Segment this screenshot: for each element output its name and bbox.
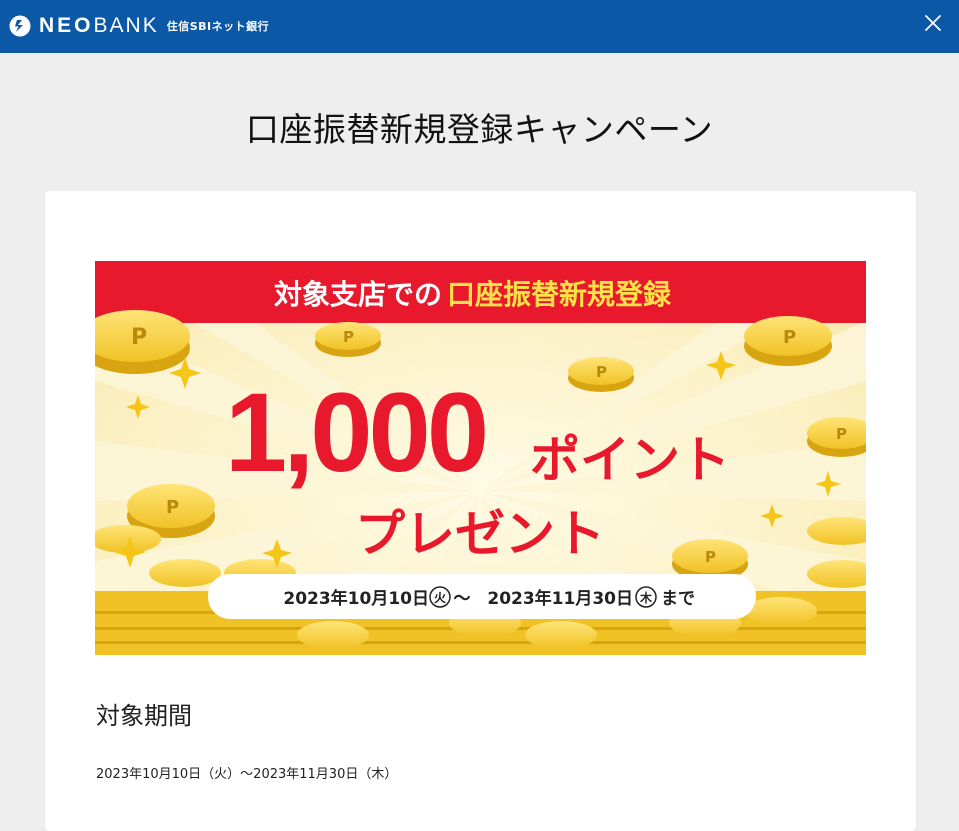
banner-period-suffix: まで xyxy=(661,589,695,609)
banner-period-start: 2023年10月10日 xyxy=(283,588,429,609)
banner-points-value: 1,000 xyxy=(225,370,485,495)
svg-text:P: P xyxy=(836,425,847,443)
banner-present-text: プレゼント xyxy=(355,505,605,563)
svg-text:P: P xyxy=(596,363,607,381)
close-button[interactable] xyxy=(921,11,945,35)
banner-period-tilde: 〜 xyxy=(454,589,471,609)
svg-text:P: P xyxy=(131,325,147,350)
period-text: 2023年10月10日（火）〜2023年11月30日（木） xyxy=(96,767,398,782)
logo-bank-text: BANK xyxy=(93,14,159,37)
neobank-logo-icon xyxy=(9,15,31,37)
banner-headline-highlight: 口座振替新規登録 xyxy=(447,278,672,311)
svg-text:P: P xyxy=(166,497,179,518)
banner-period-end-day: 木 xyxy=(639,590,653,605)
logo-bank-name: 住信SBIネット銀行 xyxy=(166,20,270,33)
banner-headline-prefix: 対象支店での xyxy=(274,278,442,311)
close-icon xyxy=(925,15,941,31)
banner-points-suffix: ポイント xyxy=(530,431,730,489)
svg-text:P: P xyxy=(705,548,716,566)
logo-neo-text: NEO xyxy=(39,14,94,37)
campaign-card: 対象支店での 口座振替新規登録 P P P P P P P 1,000 ポイント… xyxy=(45,191,916,831)
campaign-banner-image: 対象支店での 口座振替新規登録 P P P P P P P 1,000 ポイント… xyxy=(95,261,866,655)
neobank-logo: NEO BANK 住信SBIネット銀行 xyxy=(9,11,269,41)
svg-text:P: P xyxy=(783,327,796,348)
header-bar: NEO BANK 住信SBIネット銀行 xyxy=(0,0,959,53)
svg-text:P: P xyxy=(343,328,354,346)
banner-period-start-day: 火 xyxy=(434,591,447,605)
banner-period-end: 2023年11月30日 xyxy=(487,588,633,609)
campaign-banner: 対象支店での 口座振替新規登録 P P P P P P P 1,000 ポイント… xyxy=(95,261,866,655)
section-heading-period: 対象期間 xyxy=(96,702,192,730)
page-title: 口座振替新規登録キャンペーン xyxy=(245,110,714,149)
